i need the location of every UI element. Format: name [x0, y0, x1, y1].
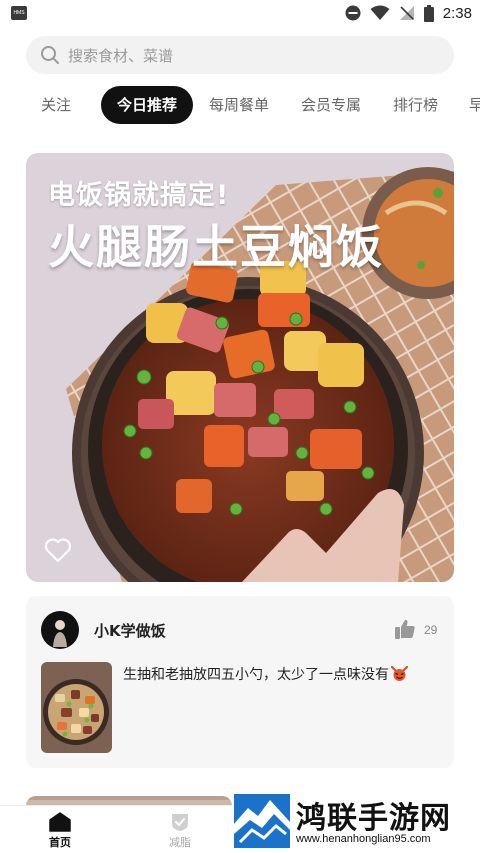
nav-fat-loss[interactable]: 减脂	[150, 812, 210, 850]
do-not-disturb-icon	[345, 5, 361, 21]
watermark-logo	[234, 794, 290, 848]
search-icon	[41, 46, 59, 64]
clock-time: 2:38	[442, 4, 472, 22]
hms-app-icon: HMS	[11, 6, 27, 20]
comment-text: 生抽和老抽放四五小勺，太少了一点味没有	[123, 664, 408, 684]
heart-icon[interactable]	[44, 537, 72, 563]
tab-today-recommend[interactable]: 今日推荐	[101, 86, 194, 124]
comment-card[interactable]: 小K学做饭 29 生抽和老抽放四五小勺，太少了一点味没有	[26, 596, 454, 768]
watermark: 鸿联手游网 www.henanhonglian95.com	[232, 793, 480, 853]
nav-home-label: 首页	[49, 836, 71, 849]
comment-username[interactable]: 小K学做饭	[94, 620, 166, 641]
devil-emoji-icon	[391, 666, 408, 681]
comment-body: 生抽和老抽放四五小勺，太少了一点味没有	[123, 667, 389, 683]
avatar-figure	[53, 620, 67, 647]
thumbs-up-icon[interactable]	[394, 618, 416, 640]
tab-weekly-menu[interactable]: 每周餐单	[209, 86, 269, 124]
watermark-text: 鸿联手游网	[296, 801, 451, 836]
like-count: 29	[424, 623, 438, 637]
wifi-icon	[370, 5, 390, 20]
home-icon	[49, 812, 71, 832]
tab-follow[interactable]: 关注	[41, 86, 71, 124]
nav-home[interactable]: 首页	[30, 812, 90, 850]
status-icons: 2:38	[345, 3, 472, 23]
status-bar: HMS 2:38	[0, 0, 480, 26]
shield-check-icon	[172, 814, 188, 831]
comment-photo[interactable]	[41, 662, 112, 753]
recipe-title: 火腿肠土豆焖饭	[48, 220, 384, 274]
no-signal-icon	[399, 6, 414, 20]
battery-icon	[423, 4, 434, 22]
search-placeholder: 搜索食材、菜谱	[68, 46, 174, 65]
category-tabs: 关注 今日推荐 每周餐单 会员专属 排行榜 早	[0, 86, 480, 124]
search-input[interactable]: 搜索食材、菜谱	[26, 36, 454, 74]
watermark-url: www.henanhonglian95.com	[296, 833, 431, 845]
nav-fat-loss-label: 减脂	[169, 836, 191, 849]
tab-breakfast[interactable]: 早	[469, 86, 480, 124]
recipe-subtitle: 电饭锅就搞定!	[48, 180, 230, 211]
tab-ranking[interactable]: 排行榜	[393, 86, 438, 124]
featured-recipe-card[interactable]: 电饭锅就搞定! 火腿肠土豆焖饭	[26, 153, 454, 582]
tab-member-exclusive[interactable]: 会员专属	[301, 86, 361, 124]
avatar[interactable]	[41, 611, 79, 649]
